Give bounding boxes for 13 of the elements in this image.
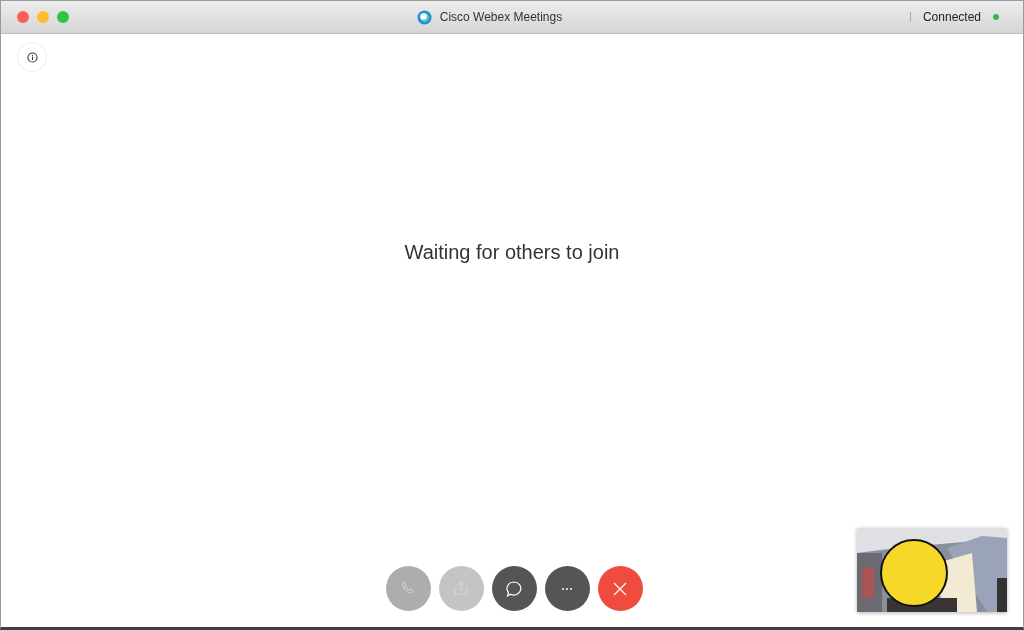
app-logo-icon <box>416 9 432 25</box>
info-button[interactable] <box>17 42 47 72</box>
more-icon <box>562 587 572 590</box>
end-call-button[interactable] <box>597 566 643 611</box>
more-button[interactable] <box>544 566 590 611</box>
info-icon <box>26 51 38 63</box>
zoom-button[interactable] <box>57 11 69 23</box>
waiting-message: Waiting for others to join <box>404 240 620 265</box>
window-title: Cisco Webex Meetings <box>439 9 563 26</box>
close-button[interactable] <box>17 11 29 23</box>
chat-button[interactable] <box>491 566 537 611</box>
connection-status: Connected <box>922 9 981 26</box>
minimize-button[interactable] <box>37 11 49 23</box>
